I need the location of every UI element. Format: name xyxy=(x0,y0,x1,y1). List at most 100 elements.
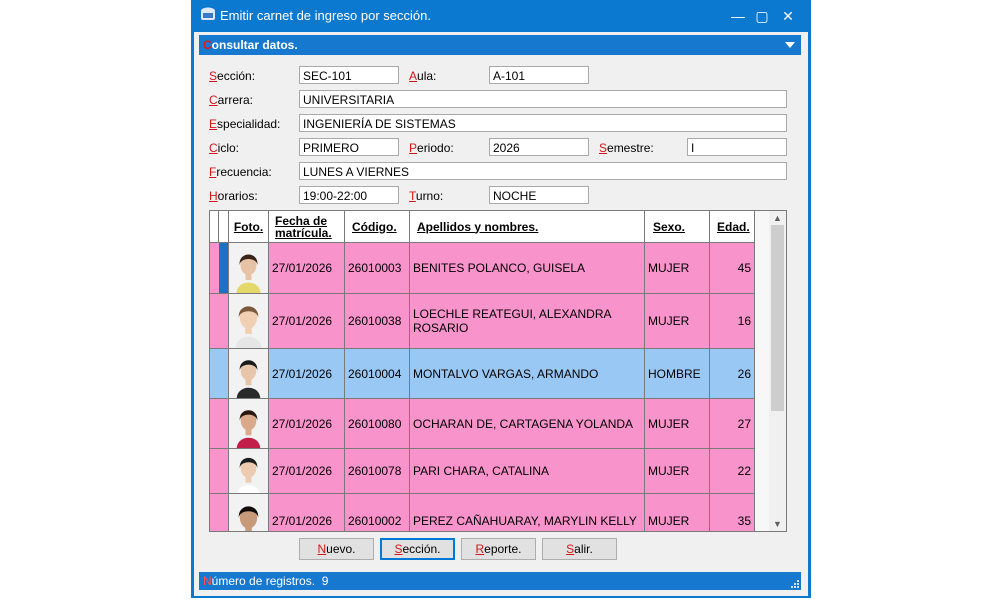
label-seccion: Sección: xyxy=(209,69,256,83)
student-photo xyxy=(229,399,269,449)
cell-sexo[interactable]: MUJER xyxy=(645,449,710,494)
cell-edad[interactable]: 26 xyxy=(710,349,755,399)
table-row[interactable]: 27/01/2026 26010038 LOECHLE REATEGUI, ALEX… xyxy=(210,294,755,349)
label-carrera: Carrera: xyxy=(209,93,254,107)
header-corner xyxy=(210,211,219,243)
cell-nombre[interactable]: PARI CHARA, CATALINA xyxy=(410,449,645,494)
cell-nombre[interactable]: PEREZ CAÑAHUARAY, MARYLIN KELLY xyxy=(410,494,645,531)
frecuencia-field[interactable]: LUNES A VIERNES xyxy=(299,162,787,180)
row-header[interactable] xyxy=(210,243,229,294)
cell-fecha[interactable]: 27/01/2026 xyxy=(269,349,345,399)
cell-fecha[interactable]: 27/01/2026 xyxy=(269,494,345,531)
semestre-field[interactable]: I xyxy=(687,138,787,156)
cell-sexo[interactable]: MUJER xyxy=(645,243,710,294)
label-aula: Aula: xyxy=(409,69,437,83)
label-especialidad: Especialidad: xyxy=(209,117,281,131)
row-header[interactable] xyxy=(210,449,229,494)
window-client: Consultar datos. Sección: SEC-101 Aula: … xyxy=(194,32,808,596)
scroll-up-icon[interactable]: ▲ xyxy=(769,211,786,225)
cell-fecha[interactable]: 27/01/2026 xyxy=(269,399,345,449)
nuevo-button[interactable]: Nuevo. xyxy=(299,538,374,560)
record-count-label: Número de registros. 9 xyxy=(203,574,329,588)
student-photo xyxy=(229,243,269,294)
maximize-button[interactable]: ▢ xyxy=(748,6,776,26)
cell-fecha[interactable]: 27/01/2026 xyxy=(269,243,345,294)
table-row[interactable]: 27/01/2026 26010004 MONTALVO VARGAS, ARMAN… xyxy=(210,349,755,399)
table-row[interactable]: 27/01/2026 26010080 OCHARAN DE, CARTAGENA … xyxy=(210,399,755,449)
header-sexo[interactable]: Sexo. xyxy=(645,211,710,243)
header-edad[interactable]: Edad. xyxy=(710,211,755,243)
collapse-arrow-icon[interactable] xyxy=(785,42,795,48)
carrera-field[interactable]: UNIVERSITARIA xyxy=(299,90,787,108)
cell-codigo[interactable]: 26010002 xyxy=(345,494,410,531)
close-button[interactable]: ✕ xyxy=(774,6,802,26)
row-header[interactable] xyxy=(210,349,229,399)
label-horarios: Horarios: xyxy=(209,189,258,203)
label-ciclo: Ciclo: xyxy=(209,141,240,155)
student-photo xyxy=(229,449,269,494)
cell-sexo[interactable]: MUJER xyxy=(645,294,710,349)
resize-grip-icon[interactable] xyxy=(791,580,799,588)
window-title: Emitir carnet de ingreso por sección. xyxy=(220,8,431,23)
cell-edad[interactable]: 22 xyxy=(710,449,755,494)
student-photo xyxy=(229,349,269,399)
cell-nombre[interactable]: BENITES POLANCO, GUISELA xyxy=(410,243,645,294)
cell-sexo[interactable]: MUJER xyxy=(645,399,710,449)
record-count-value: 9 xyxy=(321,574,329,588)
main-window: Emitir carnet de ingreso por sección. — … xyxy=(191,0,811,598)
table-row[interactable]: 27/01/2026 26010002 PEREZ CAÑAHUARAY, MARY… xyxy=(210,494,755,531)
ciclo-field[interactable]: PRIMERO xyxy=(299,138,399,156)
periodo-field[interactable]: 2026 xyxy=(489,138,589,156)
label-turno: Turno: xyxy=(409,189,444,203)
cell-codigo[interactable]: 26010003 xyxy=(345,243,410,294)
scroll-thumb[interactable] xyxy=(771,225,784,411)
student-photo xyxy=(229,294,269,349)
especialidad-field[interactable]: INGENIERÍA DE SISTEMAS xyxy=(299,114,787,132)
cell-nombre[interactable]: MONTALVO VARGAS, ARMANDO xyxy=(410,349,645,399)
cell-edad[interactable]: 16 xyxy=(710,294,755,349)
vertical-scrollbar[interactable]: ▲ ▼ xyxy=(769,211,786,531)
row-header[interactable] xyxy=(210,294,229,349)
header-rowsel xyxy=(219,211,229,243)
student-photo xyxy=(229,494,269,531)
label-periodo: Periodo: xyxy=(409,141,454,155)
header-nombres[interactable]: Apellidos y nombres. xyxy=(410,211,645,243)
cell-nombre[interactable]: OCHARAN DE, CARTAGENA YOLANDA xyxy=(410,399,645,449)
status-bar: Número de registros. 9 xyxy=(199,572,801,590)
turno-field[interactable]: NOCHE xyxy=(489,186,589,204)
cell-edad[interactable]: 45 xyxy=(710,243,755,294)
app-icon xyxy=(201,7,215,20)
cell-sexo[interactable]: MUJER xyxy=(645,494,710,531)
salir-button[interactable]: Salir. xyxy=(542,538,617,560)
row-selected-marker xyxy=(219,243,228,293)
cell-codigo[interactable]: 26010078 xyxy=(345,449,410,494)
cell-fecha[interactable]: 27/01/2026 xyxy=(269,449,345,494)
label-semestre: Semestre: xyxy=(599,141,654,155)
label-frecuencia: Frecuencia: xyxy=(209,165,272,179)
seccion-field[interactable]: SEC-101 xyxy=(299,66,399,84)
cell-edad[interactable]: 27 xyxy=(710,399,755,449)
row-header[interactable] xyxy=(210,494,229,531)
aula-field[interactable]: A-101 xyxy=(489,66,589,84)
table-row[interactable]: 27/01/2026 26010003 BENITES POLANCO, GUISE… xyxy=(210,243,755,294)
cell-nombre[interactable]: LOECHLE REATEGUI, ALEXANDRA ROSARIO xyxy=(410,294,645,349)
header-fecha[interactable]: Fecha de matrícula. xyxy=(269,211,345,243)
header-codigo[interactable]: Código. xyxy=(345,211,410,243)
cell-codigo[interactable]: 26010038 xyxy=(345,294,410,349)
table-row[interactable]: 27/01/2026 26010078 PARI CHARA, CATALINA MU… xyxy=(210,449,755,494)
horarios-field[interactable]: 19:00-22:00 xyxy=(299,186,399,204)
header-foto[interactable]: Foto. xyxy=(229,211,269,243)
students-grid[interactable]: Foto. Fecha de matrícula. Código. Apellid… xyxy=(209,210,787,532)
section-title: Consultar datos. xyxy=(203,38,298,52)
cell-codigo[interactable]: 26010004 xyxy=(345,349,410,399)
section-header[interactable]: Consultar datos. xyxy=(199,35,801,55)
cell-codigo[interactable]: 26010080 xyxy=(345,399,410,449)
cell-sexo[interactable]: HOMBRE xyxy=(645,349,710,399)
seccion-button[interactable]: Sección. xyxy=(380,538,455,560)
cell-fecha[interactable]: 27/01/2026 xyxy=(269,294,345,349)
cell-edad[interactable]: 35 xyxy=(710,494,755,531)
reporte-button[interactable]: Reporte. xyxy=(461,538,536,560)
scroll-down-icon[interactable]: ▼ xyxy=(769,517,786,531)
title-bar[interactable]: Emitir carnet de ingreso por sección. — … xyxy=(191,0,811,32)
row-header[interactable] xyxy=(210,399,229,449)
